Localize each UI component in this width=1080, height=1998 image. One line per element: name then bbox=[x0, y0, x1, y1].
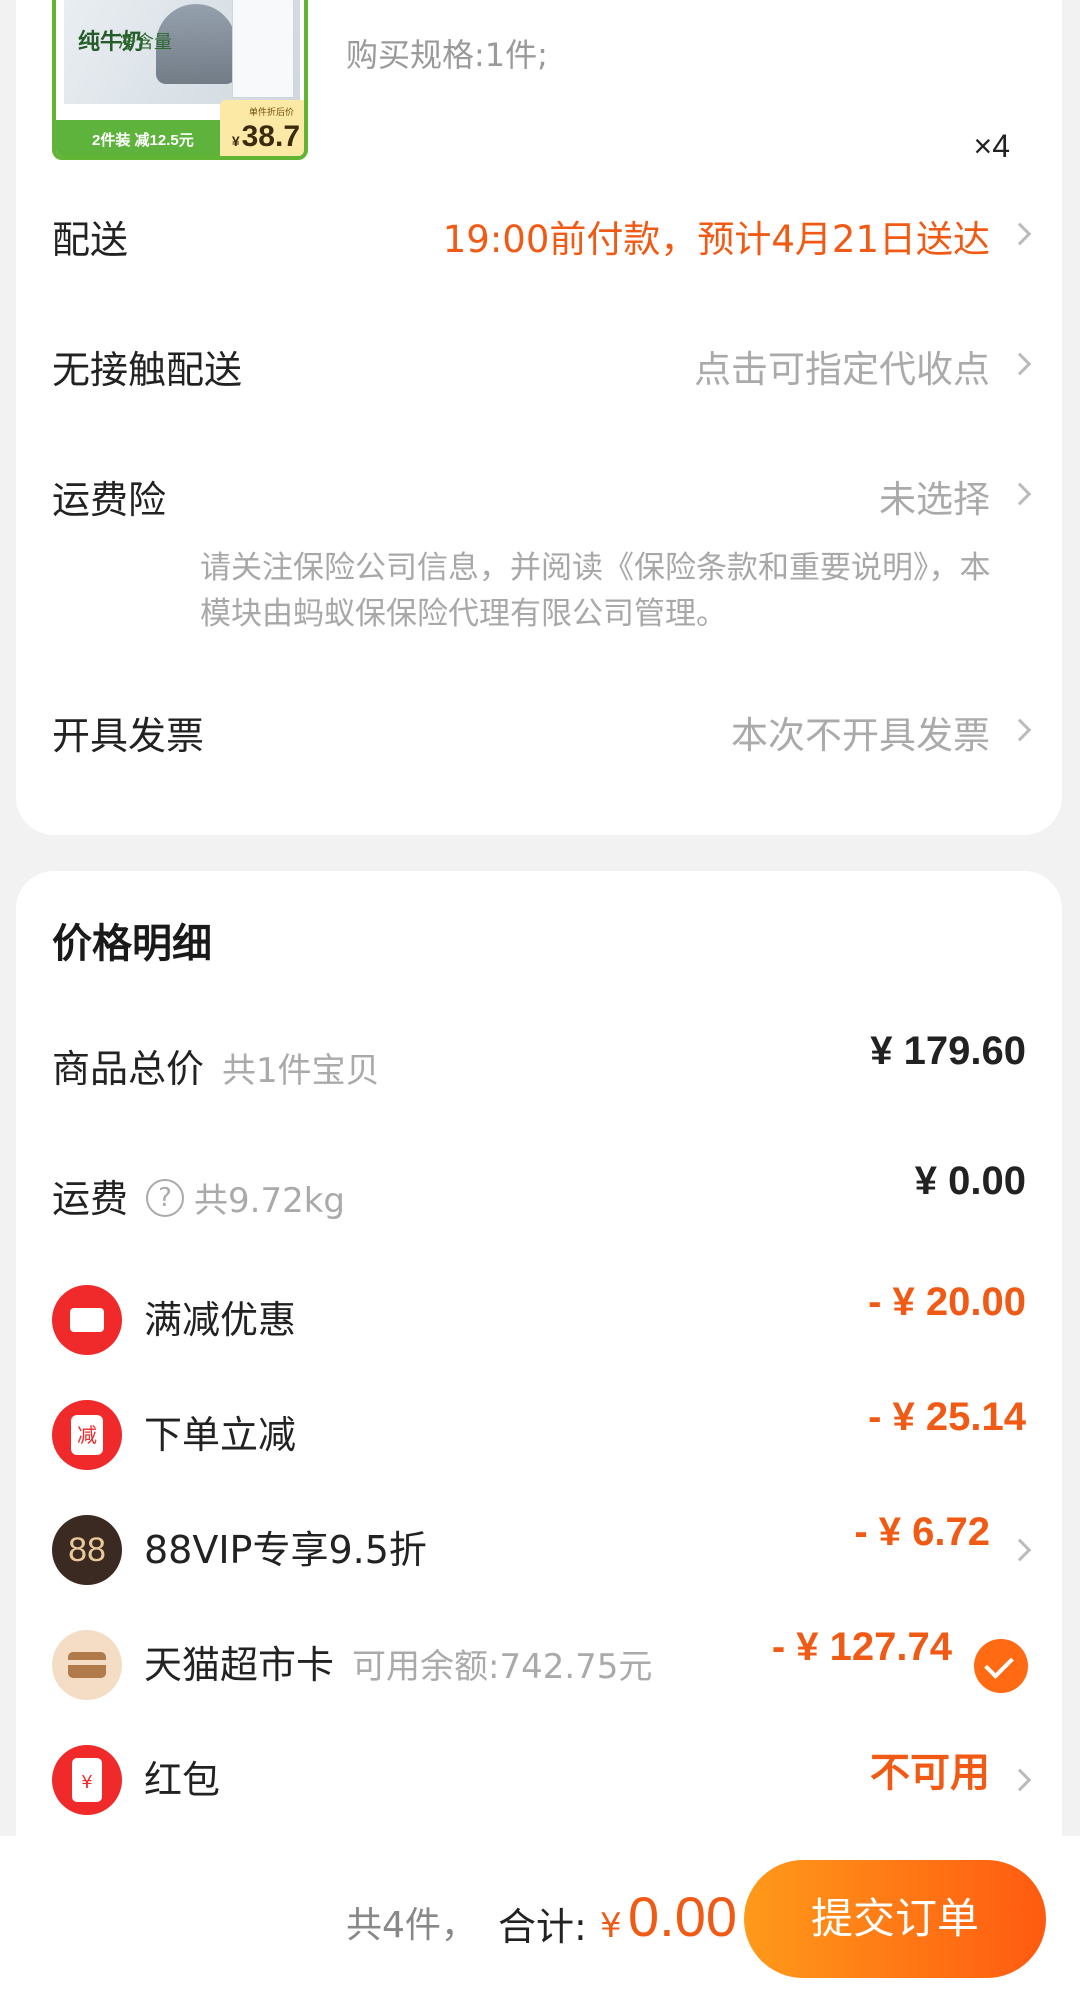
88vip-icon: 88 bbox=[52, 1515, 122, 1585]
instant-discount-row: 减 下单立减 - ¥ 25.14 bbox=[16, 1395, 1062, 1475]
red-envelope-label: 红包 bbox=[144, 1758, 221, 1802]
items-total-row: 商品总价 共1件宝贝 ¥ 179.60 bbox=[16, 1029, 1062, 1109]
total-amount: 0.00 bbox=[628, 1885, 737, 1948]
contactless-delivery-row[interactable]: 无接触配送 点击可指定代收点 bbox=[16, 330, 1062, 410]
instant-discount-label: 下单立减 bbox=[144, 1413, 297, 1457]
shipping-fee-amount: ¥ 0.00 bbox=[914, 1159, 1026, 1203]
price-details-title: 价格明细 bbox=[52, 921, 212, 967]
shipping-weight: 共9.72kg bbox=[194, 1181, 345, 1221]
chevron-right-icon bbox=[1008, 222, 1032, 246]
contactless-delivery-label: 无接触配送 bbox=[52, 348, 243, 392]
full-reduction-amount: - ¥ 20.00 bbox=[868, 1280, 1026, 1324]
chevron-right-icon bbox=[1008, 482, 1032, 506]
quantity: ×4 bbox=[973, 128, 1010, 164]
full-reduction-row: 满减优惠 - ¥ 20.00 bbox=[16, 1280, 1062, 1360]
invoice-label: 开具发票 bbox=[52, 714, 205, 758]
full-reduction-label: 满减优惠 bbox=[144, 1298, 297, 1342]
red-envelope-status: 不可用 bbox=[870, 1751, 990, 1795]
instant-discount-icon-text: 减 bbox=[71, 1415, 103, 1455]
invoice-row[interactable]: 开具发票 本次不开具发票 bbox=[16, 696, 1062, 776]
contactless-delivery-value: 点击可指定代收点 bbox=[694, 348, 990, 391]
shipping-fee-label-text: 运费 bbox=[52, 1177, 129, 1221]
chevron-right-icon bbox=[1008, 1538, 1032, 1562]
item-count: 共4件， bbox=[346, 1905, 477, 1946]
chevron-right-icon bbox=[1008, 718, 1032, 742]
product-thumbnail[interactable]: 纯牛奶 净含量 2件装 减12.5元 单件折后价 ¥38.7 bbox=[52, 0, 308, 160]
thumb-net-content: 净含量 bbox=[118, 32, 172, 53]
price-details-card: 价格明细 商品总价 共1件宝贝 ¥ 179.60 运费? 共9.72kg ¥ 0.0… bbox=[16, 871, 1062, 1871]
items-count: 共1件宝贝 bbox=[222, 1051, 380, 1091]
red-envelope-icon-text: ¥ bbox=[72, 1758, 102, 1802]
instant-discount-amount: - ¥ 25.14 bbox=[868, 1395, 1026, 1439]
shipping-fee-row: 运费? 共9.72kg ¥ 0.00 bbox=[16, 1159, 1062, 1239]
red-envelope-icon: ¥ bbox=[52, 1745, 122, 1815]
ticket-icon bbox=[52, 1285, 122, 1355]
thumb-price-box: 单件折后价 ¥38.7 bbox=[220, 100, 304, 156]
order-options-card: 纯牛奶 净含量 2件装 减12.5元 单件折后价 ¥38.7 购买规格:1件; … bbox=[16, 0, 1062, 835]
delivery-label: 配送 bbox=[52, 218, 129, 262]
submit-order-button[interactable]: 提交订单 bbox=[744, 1860, 1046, 1978]
thumb-currency: ¥ bbox=[231, 133, 240, 149]
chevron-right-icon bbox=[1008, 1768, 1032, 1792]
thumb-price-label: 单件折后价 bbox=[248, 108, 294, 118]
chevron-right-icon bbox=[1008, 352, 1032, 376]
product-carton bbox=[232, 0, 294, 98]
help-icon[interactable]: ? bbox=[146, 1178, 185, 1217]
bottom-bar: 共4件， 合计: ¥ 0.00 提交订单 bbox=[0, 1836, 1080, 1998]
insurance-note[interactable]: 请关注保险公司信息，并阅读《保险条款和重要说明》，本模块由蚂蚁保保险代理有限公司… bbox=[200, 545, 1020, 637]
supermarket-card-balance: 可用余额:742.75元 bbox=[352, 1647, 653, 1687]
purchase-spec: 购买规格:1件; bbox=[346, 36, 548, 74]
delivery-row[interactable]: 配送 19:00前付款，预计4月21日送达 bbox=[16, 200, 1062, 280]
red-envelope-row[interactable]: ¥ 红包 不可用 bbox=[16, 1740, 1062, 1820]
supermarket-card-label-text: 天猫超市卡 bbox=[144, 1643, 335, 1687]
shipping-insurance-row[interactable]: 运费险 未选择 bbox=[16, 460, 1062, 540]
supermarket-card-row[interactable]: 天猫超市卡 可用余额:742.75元 - ¥ 127.74 bbox=[16, 1625, 1062, 1705]
card-icon bbox=[52, 1630, 122, 1700]
shipping-fee-label: 运费? 共9.72kg bbox=[52, 1159, 345, 1241]
shipping-insurance-value: 未选择 bbox=[879, 478, 990, 521]
thumb-price-value: 38.7 bbox=[241, 120, 300, 153]
vip-discount-row[interactable]: 88 88VIP专享9.5折 - ¥ 6.72 bbox=[16, 1510, 1062, 1590]
delivery-value: 19:00前付款，预计4月21日送达 bbox=[442, 218, 990, 261]
items-total-amount: ¥ 179.60 bbox=[870, 1029, 1026, 1073]
items-total-label-text: 商品总价 bbox=[52, 1047, 205, 1091]
items-total-label: 商品总价 共1件宝贝 bbox=[52, 1029, 380, 1111]
supermarket-card-amount: - ¥ 127.74 bbox=[771, 1625, 952, 1669]
invoice-value: 本次不开具发票 bbox=[731, 714, 990, 757]
thumb-price: ¥38.7 bbox=[232, 120, 300, 154]
vip-discount-label: 88VIP专享9.5折 bbox=[144, 1528, 427, 1572]
total-label: 合计: bbox=[498, 1905, 587, 1949]
supermarket-card-label: 天猫超市卡 可用余额:742.75元 bbox=[144, 1625, 652, 1707]
thumb-promo-text: 2件装 减12.5元 bbox=[92, 132, 194, 149]
instant-discount-icon: 减 bbox=[52, 1400, 122, 1470]
shipping-insurance-label: 运费险 bbox=[52, 478, 167, 522]
checkmark-icon[interactable] bbox=[974, 1639, 1028, 1693]
total-currency: ¥ bbox=[600, 1906, 622, 1946]
vip-discount-amount: - ¥ 6.72 bbox=[854, 1510, 990, 1554]
